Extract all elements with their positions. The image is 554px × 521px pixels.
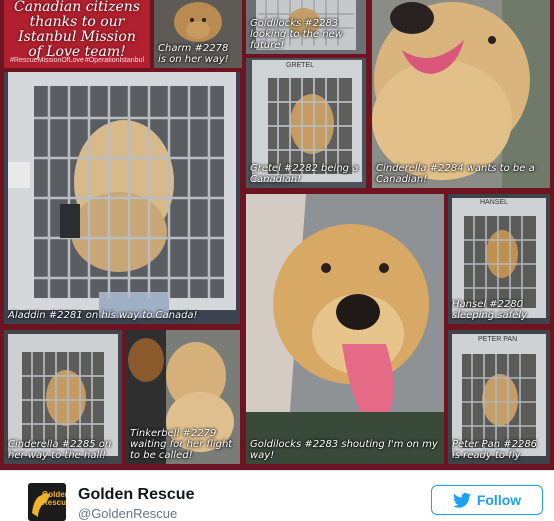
account-card: Golden Rescue Golden Rescue @GoldenRescu…: [0, 470, 554, 521]
dog-photo-illustration: [372, 0, 550, 188]
photo-collage[interactable]: Canadian citizens thanks to our Istanbul…: [0, 0, 554, 470]
crate-label-gretel: GRETEL: [286, 62, 315, 69]
photo-aladdin: Aladdin #2281 on his way to Canada!: [4, 72, 240, 324]
avatar-text: Golden Rescue: [42, 490, 66, 507]
caption-cinderella-crate: Cinderella #2285 on her way to the hall!: [8, 439, 112, 461]
twitter-bird-icon: [452, 492, 471, 508]
caption-tinkerbell: Tinkerbell #2279 waiting for her flight …: [130, 428, 233, 461]
caption-goldilocks-center: Goldilocks #2283 shouting I'm on my way!: [250, 439, 438, 461]
account-name[interactable]: Golden Rescue: [78, 486, 194, 504]
account-handle[interactable]: @GoldenRescue: [78, 506, 177, 521]
photo-cinderella-closeup: Cinderella #2284 wants to be a Canadian!: [372, 0, 550, 188]
banner-tile: Canadian citizens thanks to our Istanbul…: [4, 0, 150, 68]
crate-label-hansel: HANSEL: [480, 199, 509, 206]
hashtag-right: #OperationIstanbul: [84, 57, 144, 64]
follow-label: Follow: [476, 492, 522, 508]
caption-hansel: Hansel #2280 sleeping safely: [452, 299, 527, 321]
dog-photo-illustration: [246, 194, 444, 464]
caption-goldilocks-top: Goldilocks #2283 looking to the new futu…: [250, 18, 343, 51]
hashtag-left: #RescueMissionOfLove: [10, 57, 84, 64]
photo-gretel: GRETEL Gretel #2282 being a Canadian!: [246, 58, 366, 188]
caption-cinderella-closeup: Cinderella #2284 wants to be a Canadian!: [376, 163, 535, 185]
caption-gretel: Gretel #2282 being a Canadian!: [250, 163, 359, 185]
photo-goldilocks-center: Goldilocks #2283 shouting I'm on my way!: [246, 194, 444, 464]
photo-peter-pan: PETER PAN Peter Pan #2286 is ready to fl…: [448, 330, 550, 464]
banner-text: Canadian citizens thanks to our Istanbul…: [14, 0, 140, 60]
crate-photo-illustration: [4, 72, 240, 324]
photo-charm: Charm #2278 is on her way!: [154, 0, 242, 68]
caption-aladdin: Aladdin #2281 on his way to Canada!: [8, 310, 198, 321]
banner-hashtags: #RescueMissionOfLove #OperationIstanbul: [10, 57, 144, 64]
caption-charm: Charm #2278 is on her way!: [158, 43, 229, 65]
photo-hansel: HANSEL Hansel #2280 sleeping safely: [448, 194, 550, 324]
crate-label-peter-pan: PETER PAN: [478, 336, 518, 343]
follow-button[interactable]: Follow: [431, 485, 543, 515]
photo-tinkerbell: Tinkerbell #2279 waiting for her flight …: [126, 330, 240, 464]
photo-cinderella-crate: Cinderella #2285 on her way to the hall!: [4, 330, 122, 464]
avatar[interactable]: Golden Rescue: [28, 483, 66, 521]
caption-peter-pan: Peter Pan #2286 is ready to fly: [452, 439, 538, 461]
photo-goldilocks-top: Goldilocks #2283 looking to the new futu…: [246, 0, 366, 54]
